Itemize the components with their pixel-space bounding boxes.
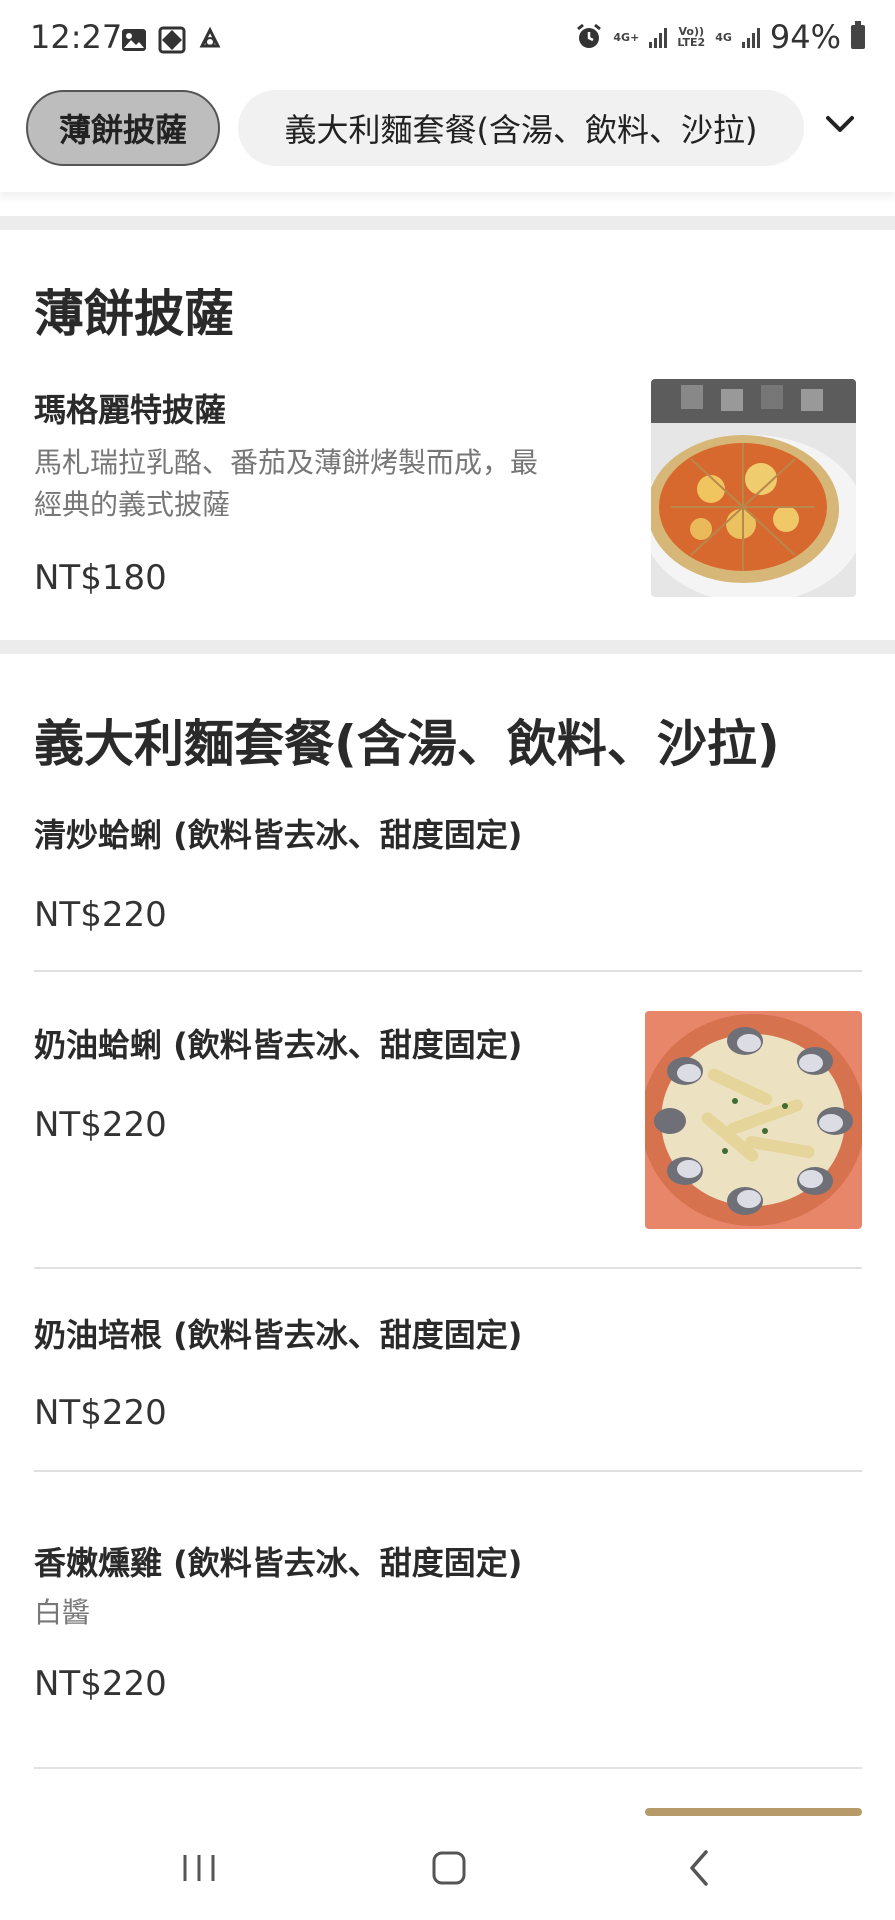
alarm-icon	[577, 23, 602, 48]
back-icon	[690, 1850, 708, 1886]
signal-icon-1	[649, 26, 668, 48]
item-description: 白醬	[34, 1596, 91, 1629]
home-button[interactable]	[424, 1846, 474, 1890]
item-photo-pizza	[651, 379, 856, 597]
sync-app-icon	[199, 26, 221, 48]
item-price: NT$220	[34, 1664, 167, 1704]
item-photo-partial	[645, 1808, 862, 1816]
app-notification-icon	[158, 26, 186, 54]
item-price: NT$220	[34, 895, 167, 935]
battery-icon	[851, 21, 865, 49]
network-4g-label: 4G	[715, 30, 732, 44]
status-notification-icons	[120, 26, 224, 54]
signal-icon-2	[741, 26, 760, 48]
item-price: NT$180	[34, 558, 167, 598]
item-price: NT$220	[34, 1105, 167, 1145]
category-tab-pasta[interactable]: 義大利麵套餐(含湯、飲料、沙拉)	[238, 90, 804, 166]
item-name: 香嫩燻雞 (飲料皆去冰、甜度固定)	[34, 1544, 523, 1582]
system-nav-bar	[0, 1816, 895, 1920]
recent-apps-icon	[183, 1855, 215, 1881]
chevron-down-icon	[826, 116, 854, 132]
status-time: 12:27	[30, 18, 123, 56]
network-4g-plus-label: 4G+	[613, 30, 640, 44]
section-separator	[0, 640, 895, 654]
item-name: 奶油蛤蜊 (飲料皆去冰、甜度固定)	[34, 1026, 523, 1064]
section-title-pizza: 薄餅披薩	[34, 285, 234, 343]
category-tab-pizza[interactable]: 薄餅披薩	[26, 90, 220, 166]
item-divider	[34, 1470, 862, 1472]
home-icon	[432, 1851, 466, 1885]
item-name: 奶油培根 (飲料皆去冰、甜度固定)	[34, 1316, 523, 1354]
item-divider	[34, 1767, 862, 1769]
back-button[interactable]	[674, 1846, 724, 1890]
status-bar: 12:27 4G+ Vo)) LTE2 4G 94%	[0, 0, 895, 80]
item-price: NT$220	[34, 1393, 167, 1433]
item-name: 清炒蛤蜊 (飲料皆去冰、甜度固定)	[34, 816, 523, 854]
category-dropdown-button[interactable]	[818, 102, 862, 146]
status-system-icons: 4G+ Vo)) LTE2 4G 94%	[575, 18, 865, 56]
item-description: 馬札瑞拉乳酪、番茄及薄餅烤製而成，最 經典的義式披薩	[34, 446, 539, 521]
item-divider	[34, 1267, 862, 1269]
category-tabs: 薄餅披薩 義大利麵套餐(含湯、飲料、沙拉)	[0, 80, 895, 192]
recent-apps-button[interactable]	[174, 1846, 224, 1890]
item-divider	[34, 970, 862, 972]
volte-label: Vo)) LTE2	[677, 25, 706, 49]
battery-percent: 94%	[769, 18, 841, 56]
section-title-pasta: 義大利麵套餐(含湯、飲料、沙拉)	[34, 715, 780, 773]
item-photo-clam-pasta	[645, 1011, 862, 1229]
gallery-icon	[122, 29, 146, 51]
item-name: 瑪格麗特披薩	[34, 391, 227, 429]
section-separator	[0, 216, 895, 230]
